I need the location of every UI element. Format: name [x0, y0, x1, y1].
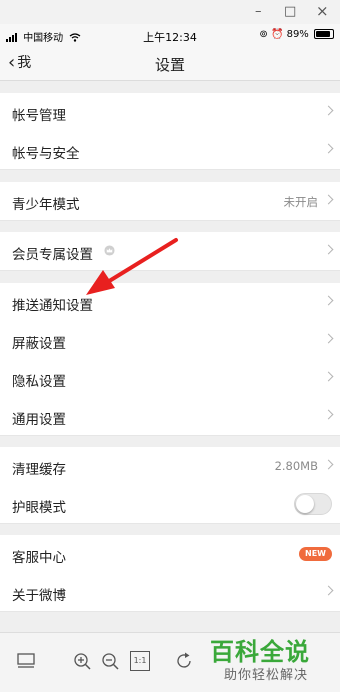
chevron-right-icon	[323, 244, 334, 255]
row-label: 会员专属设置	[12, 247, 93, 263]
watermark-logo: 百科全说 助你轻松解决	[210, 632, 340, 691]
page-title: 设置	[154, 56, 185, 74]
chevron-right-icon	[323, 371, 334, 382]
new-badge: NEW	[299, 547, 332, 561]
alarm-icon: ⏰	[270, 29, 284, 40]
row-clear-cache[interactable]: 清理缓存 2.80MB	[0, 447, 340, 486]
row-privacy-settings[interactable]: 隐私设置	[0, 359, 340, 398]
row-value: 2.80MB	[274, 459, 318, 473]
row-label: 帐号与安全	[12, 146, 80, 162]
row-eye-protection: 护眼模式	[0, 485, 340, 524]
row-account-management[interactable]: 帐号管理	[0, 93, 340, 132]
row-label: 隐私设置	[12, 374, 66, 390]
watermark-subtitle: 助你轻松解决	[224, 668, 309, 683]
nav-bar: ‹ 我 设置	[0, 46, 340, 81]
battery-level	[316, 31, 331, 37]
row-label: 推送通知设置	[12, 298, 93, 314]
row-block-settings[interactable]: 屏蔽设置	[0, 321, 340, 360]
battery-percent: 89%	[286, 29, 309, 40]
actual-size-icon[interactable]: 1:1	[130, 651, 150, 671]
battery-icon	[314, 29, 334, 39]
status-bar: 中国移动 上午12:34 ⊚ ⏰ 89%	[0, 24, 340, 46]
toggle-knob	[296, 495, 314, 513]
row-label: 清理缓存	[12, 462, 66, 478]
minimize-button[interactable]: –	[255, 4, 262, 19]
rotate-icon[interactable]	[174, 651, 194, 671]
row-customer-service[interactable]: 客服中心 NEW	[0, 535, 340, 574]
crown-icon	[104, 245, 115, 256]
row-account-security[interactable]: 帐号与安全	[0, 131, 340, 170]
row-about-weibo[interactable]: 关于微博	[0, 573, 340, 612]
row-value: 未开启	[283, 195, 319, 209]
chevron-right-icon	[323, 105, 334, 116]
row-label: 帐号管理	[12, 108, 66, 124]
chevron-right-icon	[323, 295, 334, 306]
chevron-right-icon	[323, 585, 334, 596]
row-push-notifications[interactable]: 推送通知设置	[0, 283, 340, 322]
layout-icon[interactable]	[16, 651, 36, 671]
row-label: 护眼模式	[12, 500, 66, 516]
chevron-right-icon	[323, 333, 334, 344]
orientation-lock-icon: ⊚	[259, 29, 268, 40]
chevron-right-icon	[323, 143, 334, 154]
row-label: 青少年模式	[12, 197, 80, 213]
zoom-in-icon[interactable]	[72, 651, 92, 671]
close-button[interactable]: ×	[316, 2, 329, 20]
chevron-right-icon	[323, 409, 334, 420]
row-teen-mode[interactable]: 青少年模式 未开启	[0, 182, 340, 221]
zoom-out-icon[interactable]	[100, 651, 120, 671]
row-label: 屏蔽设置	[12, 336, 66, 352]
row-label: 关于微博	[12, 588, 66, 604]
chevron-right-icon	[323, 459, 334, 470]
watermark-title: 百科全说	[210, 638, 310, 666]
eye-protection-toggle[interactable]	[294, 493, 332, 515]
window-titlebar: – □ ×	[0, 0, 340, 24]
row-member-settings[interactable]: 会员专属设置	[0, 232, 340, 271]
row-label: 通用设置	[12, 412, 66, 428]
status-right: ⊚ ⏰ 89%	[259, 29, 334, 40]
row-general-settings[interactable]: 通用设置	[0, 397, 340, 436]
chevron-right-icon	[323, 194, 334, 205]
maximize-button[interactable]: □	[284, 4, 296, 19]
row-label: 客服中心	[12, 550, 66, 566]
